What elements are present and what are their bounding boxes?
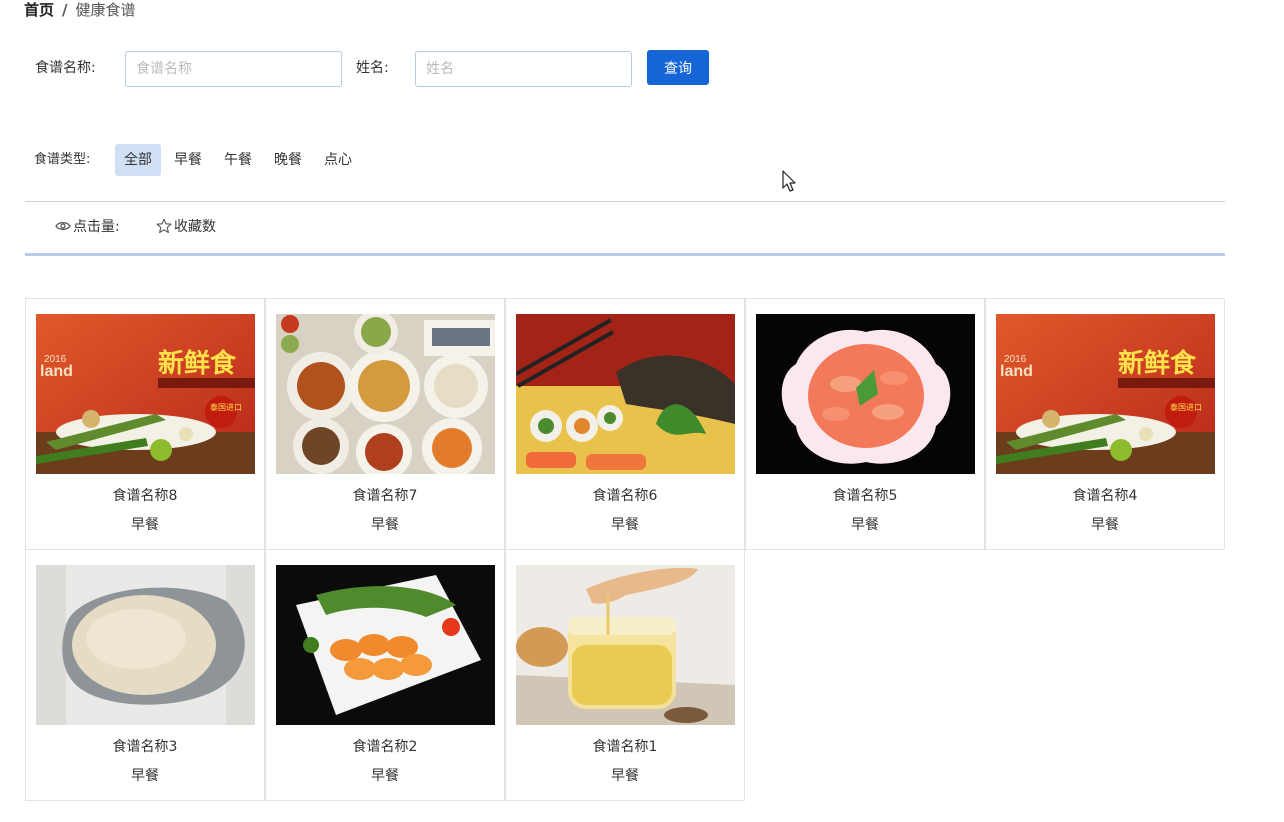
poster-badge-text: 泰国进口 <box>210 402 242 412</box>
poster-brand-text: land <box>1000 363 1033 380</box>
recipe-card[interactable]: 2016 land 新鲜食 泰国进口 食谱名称8 早餐 <box>25 298 265 550</box>
sort-by-clicks[interactable]: 点击量: <box>55 216 120 236</box>
recipe-type: 早餐 <box>131 768 159 784</box>
recipe-name-input[interactable] <box>125 51 342 87</box>
person-name-input[interactable] <box>415 51 632 87</box>
recipe-type: 早餐 <box>611 768 639 784</box>
poster-badge-text: 泰国进口 <box>1170 402 1202 412</box>
sort-bar: 点击量: 收藏数 <box>25 202 1225 254</box>
filter-option-all[interactable]: 全部 <box>115 144 161 176</box>
recipe-type-label: 食谱类型: <box>34 152 91 167</box>
recipe-image-shrimp-bowl <box>756 314 975 474</box>
filter-option-breakfast[interactable]: 早餐 <box>165 144 211 176</box>
clicks-label: 点击量: <box>73 219 120 235</box>
recipe-name: 食谱名称8 <box>112 488 178 504</box>
poster-brand-text: land <box>40 363 73 380</box>
sort-by-favorites[interactable]: 收藏数 <box>156 216 216 236</box>
divider <box>25 253 1225 256</box>
recipe-card[interactable]: 食谱名称6 早餐 <box>505 298 745 550</box>
filter-option-dinner[interactable]: 晚餐 <box>265 144 311 176</box>
favorites-label: 收藏数 <box>174 219 216 235</box>
recipe-card[interactable]: 2016 land 新鲜食 泰国进口 食谱名称4 早餐 <box>985 298 1225 550</box>
star-outline-icon <box>156 218 172 234</box>
person-name-label: 姓名: <box>356 60 389 76</box>
recipe-image-fresh-food-poster: 2016 land 新鲜食 泰国进口 <box>996 314 1215 474</box>
poster-headline-text: 新鲜食 <box>1118 348 1197 379</box>
recipe-type: 早餐 <box>131 517 159 533</box>
recipe-card[interactable]: 食谱名称5 早餐 <box>745 298 985 550</box>
recipe-image-fresh-food-poster: 2016 land 新鲜食 泰国进口 <box>36 314 255 474</box>
recipe-name-label: 食谱名称: <box>35 60 96 76</box>
recipe-card[interactable]: 食谱名称7 早餐 <box>265 298 505 550</box>
mouse-cursor-icon <box>782 170 796 192</box>
filter-option-lunch[interactable]: 午餐 <box>215 144 261 176</box>
recipe-type: 早餐 <box>371 517 399 533</box>
recipe-name: 食谱名称1 <box>592 739 658 755</box>
recipe-card[interactable]: 食谱名称3 早餐 <box>25 549 265 801</box>
breadcrumb-separator: / <box>62 1 68 19</box>
breadcrumb-home[interactable]: 首页 <box>24 1 54 19</box>
recipe-card[interactable]: 食谱名称2 早餐 <box>265 549 505 801</box>
eye-icon <box>55 222 71 230</box>
recipe-type: 早餐 <box>851 517 879 533</box>
search-bar: 食谱名称: 姓名: 查询 <box>0 50 800 88</box>
recipe-image-honey-jar <box>516 565 735 725</box>
recipe-name: 食谱名称7 <box>352 488 418 504</box>
recipe-image-sliced-egg-roll-plate <box>276 565 495 725</box>
recipe-type: 早餐 <box>1091 517 1119 533</box>
recipe-type-filter: 食谱类型: 全部 早餐 午餐 晚餐 点心 <box>0 144 800 176</box>
query-button[interactable]: 查询 <box>647 50 709 85</box>
recipe-type: 早餐 <box>371 768 399 784</box>
recipe-name: 食谱名称5 <box>832 488 898 504</box>
recipe-image-rice-bowl <box>36 565 255 725</box>
breadcrumb: 首页 / 健康食谱 <box>24 0 136 20</box>
recipe-card[interactable]: 食谱名称1 早餐 <box>505 549 745 801</box>
recipe-name: 食谱名称6 <box>592 488 658 504</box>
recipe-name: 食谱名称3 <box>112 739 178 755</box>
breadcrumb-current: 健康食谱 <box>75 1 136 19</box>
filter-option-snack[interactable]: 点心 <box>315 144 361 176</box>
recipe-image-asian-dishes-spread <box>276 314 495 474</box>
poster-headline-text: 新鲜食 <box>158 348 237 379</box>
recipe-image-sushi-platter <box>516 314 735 474</box>
recipe-type: 早餐 <box>611 517 639 533</box>
recipe-name: 食谱名称2 <box>352 739 418 755</box>
recipe-name: 食谱名称4 <box>1072 488 1138 504</box>
